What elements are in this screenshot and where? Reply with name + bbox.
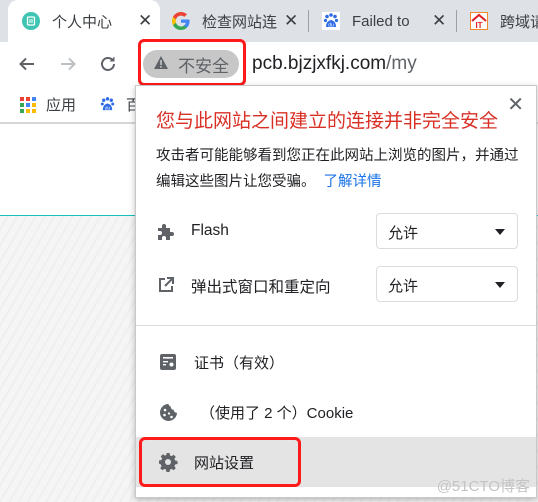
reload-icon [101,56,115,71]
cookie-icon [158,402,178,422]
close-tab-icon[interactable]: ✕ [284,11,298,31]
certificate-label: 证书（有效） [194,355,285,372]
watermark: @51CTO博客 [436,478,530,495]
flash-permission-select[interactable]: 允许 [376,213,518,249]
popups-permission-select[interactable]: 允许 [376,266,518,302]
close-popup-icon[interactable]: ✕ [507,92,524,117]
external-link-icon [156,275,176,295]
cookies-label: （使用了 2 个）Cookie [200,405,354,422]
cookies-row[interactable]: （使用了 2 个）Cookie [136,387,536,437]
popup-title: 您与此网站之间建立的连接并非完全安全 [156,111,499,132]
reload-button[interactable] [96,52,120,76]
popup-description: 攻击者可能能够看到您正在此网站上浏览的图片，并通过编辑这些图片让您受骗。 了解详情 [156,143,524,195]
annotation-highlight-site-settings [139,437,301,487]
tab-cross-domain[interactable]: IT 跨域请 [470,0,538,42]
tab-personal-center[interactable]: 个人中心 ✕ [8,0,160,42]
permission-flash: Flash 允许 [136,213,536,251]
tab-strip: 个人中心 ✕ 检查网站连 ✕ du Failed to ✕ IT 跨域请 [0,0,538,42]
learn-more-link[interactable]: 了解详情 [324,174,382,190]
back-arrow-icon [19,57,34,71]
svg-text:du: du [105,106,111,112]
chevron-down-icon [495,229,505,235]
svg-text:IT: IT [475,21,482,30]
annotation-highlight-security [138,39,246,86]
svg-text:du: du [328,23,334,29]
tab-separator [456,10,457,32]
permission-label: Flash [191,222,229,239]
tab-separator [308,10,309,32]
url-host: pcb.bjzjxfkj.com [252,53,387,74]
certificate-row[interactable]: 证书（有效） [136,337,536,387]
close-tab-icon[interactable]: ✕ [138,11,152,31]
bookmark-apps[interactable]: 应用 [20,94,76,115]
tab-title: 跨域请 [500,13,538,31]
baidu-icon: du [322,12,340,30]
url-path: /my [386,53,417,74]
chevron-down-icon [495,282,505,288]
apps-grid-icon [20,96,36,113]
permission-label: 弹出式窗口和重定向 [191,279,331,296]
forward-arrow-icon [61,57,76,71]
baidu-icon: du [99,96,116,113]
google-icon [172,12,190,30]
address-bar[interactable]: pcb.bjzjxfkj.com/my [252,53,417,75]
forward-button[interactable] [56,52,80,76]
popup-divider [136,325,536,326]
tab-title: 检查网站连 [202,13,278,31]
tab-title: 个人中心 [52,13,113,31]
back-button[interactable] [15,52,39,76]
certificate-icon [158,352,178,372]
tab-check-site[interactable]: 检查网站连 ✕ [172,0,304,42]
toolbar: 不安全 pcb.bjzjxfkj.com/my [0,42,538,86]
select-value: 允许 [388,278,419,295]
it-site-icon: IT [470,12,488,30]
puzzle-icon [156,222,176,242]
tab-failed-to[interactable]: du Failed to ✕ [322,0,450,42]
page-app-icon [22,12,40,30]
bookmark-label: 应用 [46,97,77,114]
close-tab-icon[interactable]: ✕ [432,11,446,31]
select-value: 允许 [388,225,419,242]
tab-title: Failed to [352,12,410,30]
permission-popups: 弹出式窗口和重定向 允许 [136,266,536,304]
